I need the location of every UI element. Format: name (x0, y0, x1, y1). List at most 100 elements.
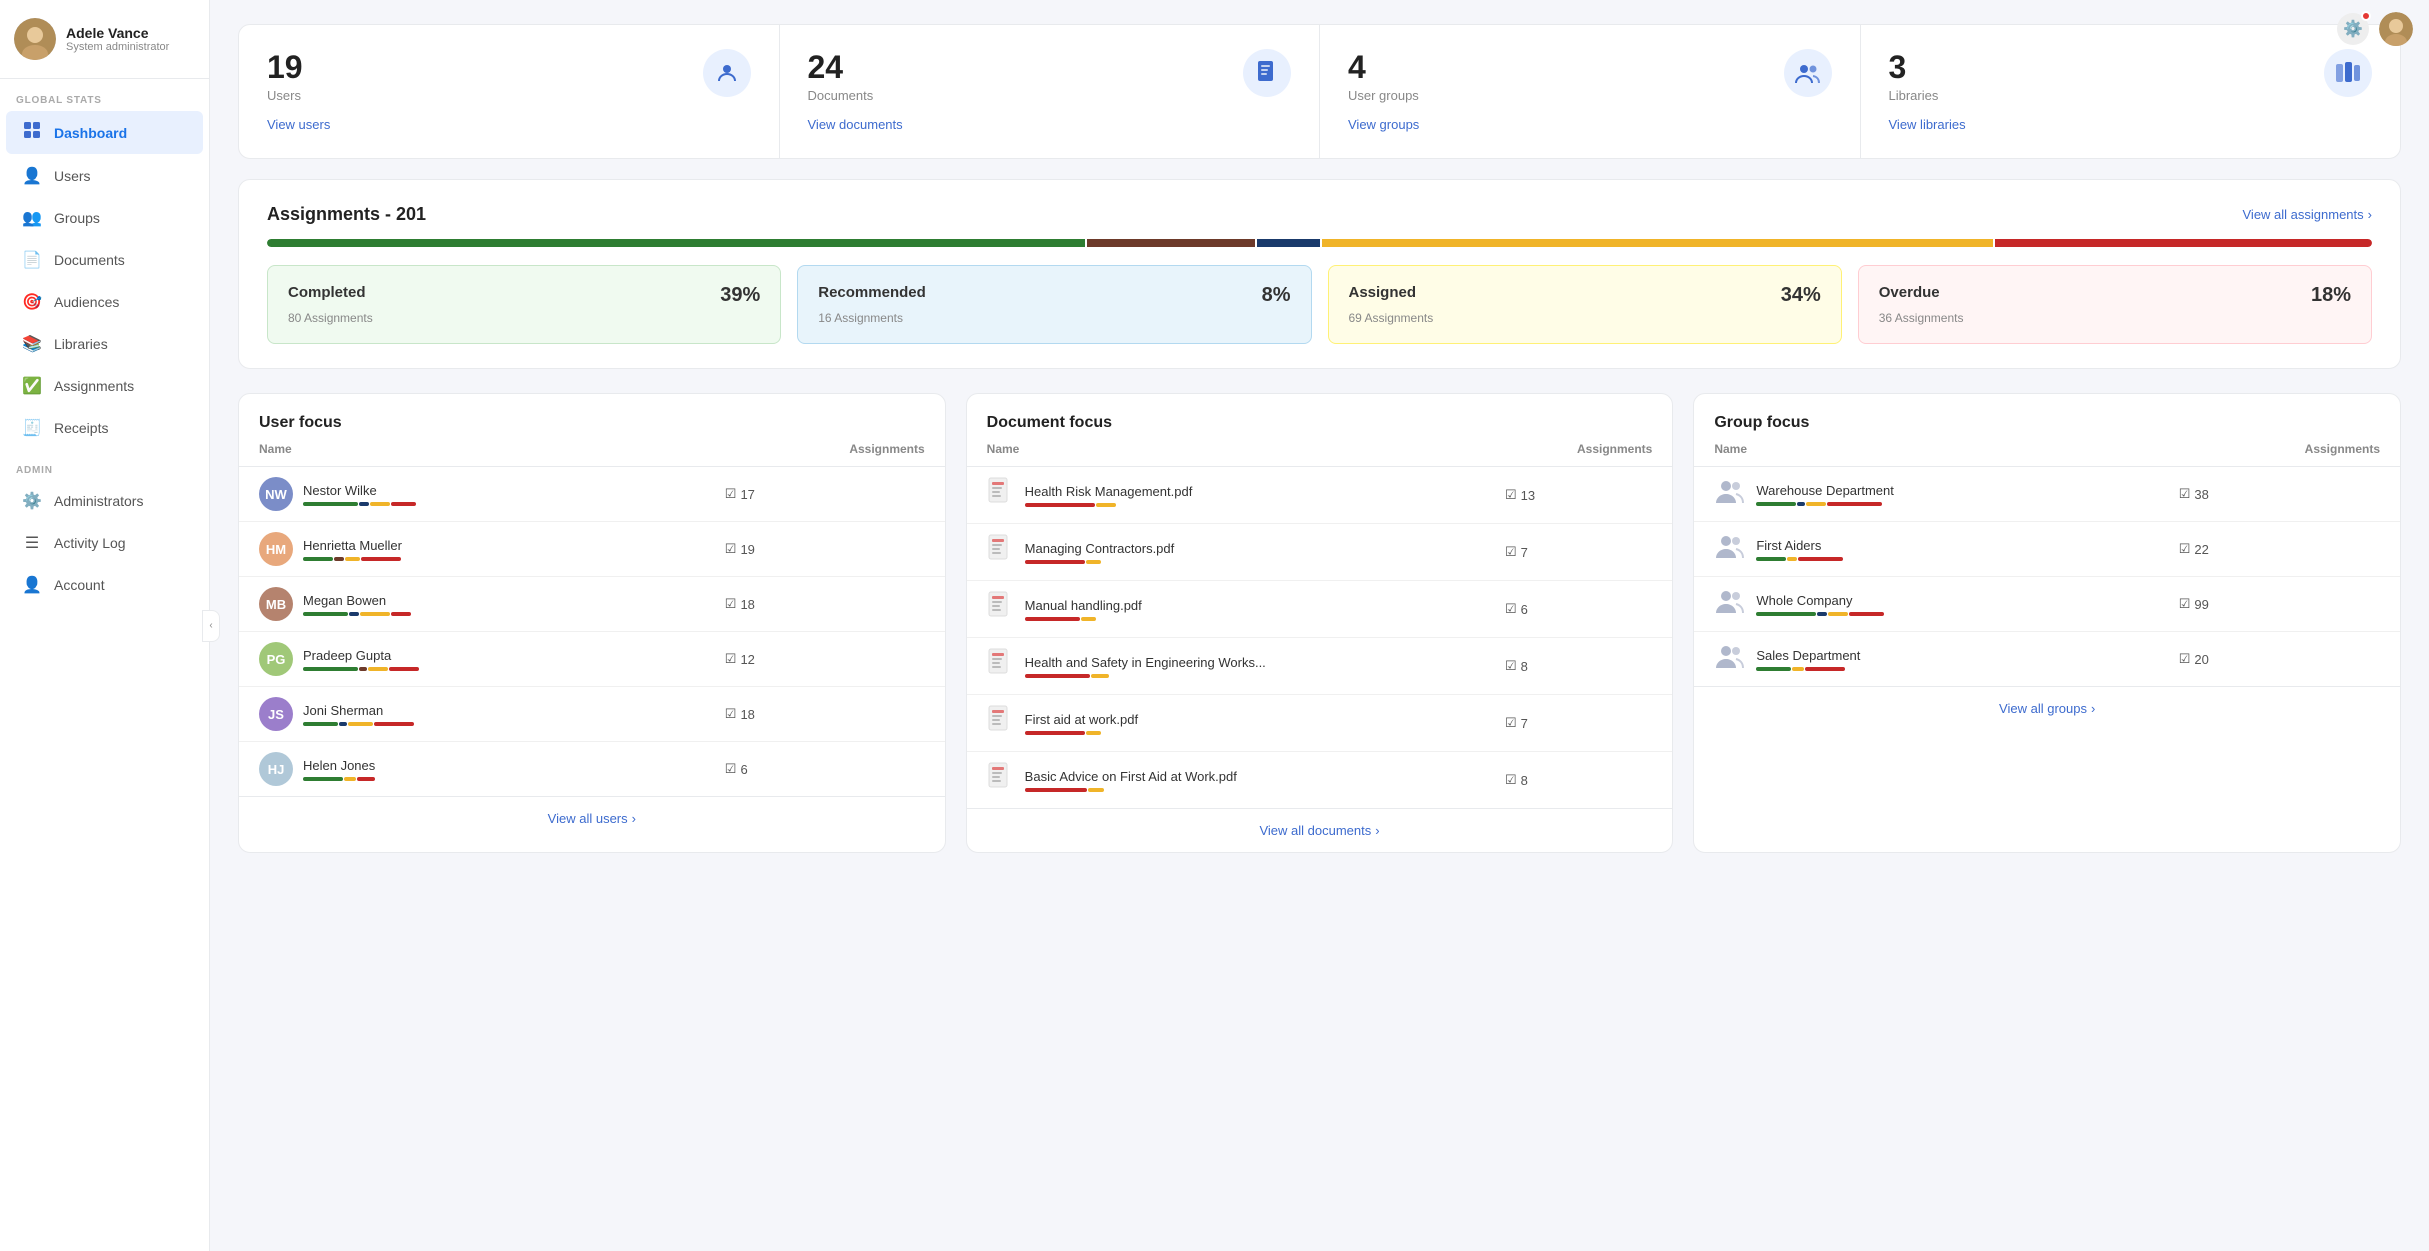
group-name: Warehouse Department (1756, 483, 1896, 498)
doc-row-name-cell: Basic Advice on First Aid at Work.pdf (967, 752, 1485, 809)
group-icon (1714, 477, 1746, 511)
doc-name: Manual handling.pdf (1025, 598, 1165, 613)
sidebar-item-label: Assignments (54, 378, 134, 394)
view-all-documents-footer: View all documents › (967, 808, 1673, 852)
stat-usergroups: 4 User groups View groups (1320, 25, 1861, 158)
group-assignment-count: ☑ 20 (2179, 651, 2380, 667)
settings-button[interactable]: ⚙️ (2337, 13, 2369, 45)
stat-users-icon (703, 49, 751, 97)
doc-assignment-count: ☑ 6 (1505, 601, 1652, 617)
user-focus-table: Name Assignments NW Nestor Wilke ☑ 17 (239, 432, 945, 796)
stat-users-label: Users (267, 88, 751, 103)
check-icon: ☑ (2179, 486, 2191, 502)
stat-documents-label: Documents (808, 88, 1292, 103)
view-all-users-link[interactable]: View all users › (259, 811, 925, 826)
user-avatar: NW (259, 477, 293, 511)
card-recommended-label: Recommended (818, 284, 926, 301)
stat-documents-icon (1243, 49, 1291, 97)
doc-assignment-count: ☑ 8 (1505, 772, 1652, 788)
document-focus-title: Document focus (967, 394, 1673, 432)
sidebar-item-label: Administrators (54, 493, 143, 509)
card-completed-percent: 39% (720, 284, 760, 307)
document-focus-section: Document focus Name Assignments (966, 393, 1674, 853)
doc-row-name-cell: Managing Contractors.pdf (967, 524, 1485, 581)
sidebar-item-account[interactable]: 👤 Account (6, 565, 203, 605)
sidebar-item-receipts[interactable]: 🧾 Receipts (6, 408, 203, 448)
table-row: Basic Advice on First Aid at Work.pdf ☑ … (967, 752, 1673, 809)
card-assigned-label: Assigned (1349, 284, 1417, 301)
sidebar-item-users[interactable]: 👤 Users (6, 156, 203, 196)
sidebar-collapse-button[interactable]: ‹ (202, 610, 220, 642)
user-focus-title: User focus (239, 394, 945, 432)
view-groups-link[interactable]: View groups (1348, 117, 1419, 132)
sidebar-item-label: Dashboard (54, 125, 127, 141)
doc-icon (987, 648, 1015, 684)
card-recommended-count: 16 Assignments (818, 311, 1290, 325)
user-row-name-cell: NW Nestor Wilke (239, 467, 705, 522)
sidebar-item-documents[interactable]: 📄 Documents (6, 240, 203, 280)
view-all-groups-link[interactable]: View all groups › (1714, 701, 2380, 716)
group-assignment-count: ☑ 38 (2179, 486, 2380, 502)
doc-name: Health Risk Management.pdf (1025, 484, 1193, 499)
doc-row-name-cell: First aid at work.pdf (967, 695, 1485, 752)
check-icon: ☑ (725, 486, 737, 502)
user-avatar: MB (259, 587, 293, 621)
doc-icon (987, 477, 1015, 513)
user-assignment-count: ☑ 12 (725, 651, 925, 667)
stat-usergroups-label: User groups (1348, 88, 1832, 103)
document-focus-table: Name Assignments (967, 432, 1673, 808)
doc-row-name-cell: Health and Safety in Engineering Works..… (967, 638, 1485, 695)
user-avatar: JS (259, 697, 293, 731)
sidebar-item-administrators[interactable]: ⚙️ Administrators (6, 481, 203, 521)
admin-label: ADMIN (0, 449, 209, 480)
sidebar-item-label: Audiences (54, 294, 119, 310)
view-users-link[interactable]: View users (267, 117, 330, 132)
card-completed-label: Completed (288, 284, 366, 301)
user-avatar: PG (259, 642, 293, 676)
view-all-assignments-link[interactable]: View all assignments › (2243, 207, 2373, 222)
group-name: Whole Company (1756, 593, 1896, 608)
table-row: Managing Contractors.pdf ☑ 7 (967, 524, 1673, 581)
stat-libraries-icon (2324, 49, 2372, 97)
doc-icon (987, 591, 1015, 627)
doc-focus-name-header: Name (967, 432, 1485, 467)
assignments-icon: ✅ (22, 376, 42, 396)
doc-name: Basic Advice on First Aid at Work.pdf (1025, 769, 1237, 784)
check-icon: ☑ (725, 706, 737, 722)
activity-log-icon: ☰ (22, 533, 42, 553)
table-row: HM Henrietta Mueller ☑ 19 (239, 522, 945, 577)
card-overdue: Overdue 18% 36 Assignments (1858, 265, 2372, 344)
sidebar-item-assignments[interactable]: ✅ Assignments (6, 366, 203, 406)
user-avatar[interactable] (2379, 12, 2413, 46)
group-icon (1714, 587, 1746, 621)
sidebar-item-libraries[interactable]: 📚 Libraries (6, 324, 203, 364)
card-assigned-percent: 34% (1781, 284, 1821, 307)
group-row-name-cell: Sales Department (1694, 632, 2158, 687)
table-row: MB Megan Bowen ☑ 18 (239, 577, 945, 632)
stat-users-number: 19 (267, 49, 751, 86)
doc-name: Managing Contractors.pdf (1025, 541, 1175, 556)
doc-icon (987, 534, 1015, 570)
sidebar-item-activity-log[interactable]: ☰ Activity Log (6, 523, 203, 563)
view-documents-link[interactable]: View documents (808, 117, 903, 132)
check-icon: ☑ (1505, 658, 1517, 674)
sidebar-item-dashboard[interactable]: Dashboard (6, 111, 203, 154)
table-row: PG Pradeep Gupta ☑ 12 (239, 632, 945, 687)
group-assignment-count: ☑ 99 (2179, 596, 2380, 612)
stat-documents: 24 Documents View documents (780, 25, 1321, 158)
view-libraries-link[interactable]: View libraries (1889, 117, 1966, 132)
view-all-documents-link[interactable]: View all documents › (987, 823, 1653, 838)
pb-completed (267, 239, 1085, 247)
user-row-name-cell: PG Pradeep Gupta (239, 632, 705, 687)
doc-icon (987, 705, 1015, 741)
user-name: Henrietta Mueller (303, 538, 443, 553)
sidebar-item-groups[interactable]: 👥 Groups (6, 198, 203, 238)
table-row: Whole Company ☑ 99 (1694, 577, 2400, 632)
group-focus-title: Group focus (1694, 394, 2400, 432)
user-focus-name-header: Name (239, 432, 705, 467)
dashboard-icon (22, 121, 42, 144)
sidebar-item-audiences[interactable]: 🎯 Audiences (6, 282, 203, 322)
admin-icon: ⚙️ (22, 491, 42, 511)
group-focus-section: Group focus Name Assignments (1693, 393, 2401, 853)
check-icon: ☑ (2179, 651, 2191, 667)
